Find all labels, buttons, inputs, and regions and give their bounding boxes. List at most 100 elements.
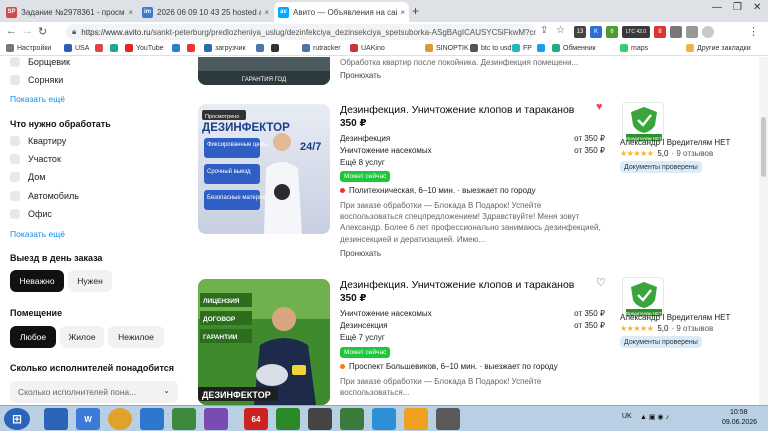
- maximize-button[interactable]: ❐: [733, 2, 742, 13]
- show-more-link[interactable]: Показать ещё: [10, 94, 65, 104]
- new-tab-button[interactable]: +: [412, 4, 419, 18]
- bookmark-star-icon[interactable]: ☆: [556, 25, 565, 36]
- bookmark-icon-only[interactable]: [271, 44, 282, 52]
- browser-tab[interactable]: SP Задание №2978361 - просмотр з ×: [2, 2, 137, 22]
- telegram-icon[interactable]: [372, 408, 396, 430]
- browser-tab-active[interactable]: av Авито — Объявления на сайте А ×: [274, 2, 409, 22]
- bookmark-rutracker[interactable]: rutracker: [302, 44, 341, 52]
- checkbox[interactable]: [10, 172, 20, 182]
- extension-icon[interactable]: K: [590, 26, 602, 38]
- filter-checkbox[interactable]: Участок: [10, 154, 61, 164]
- sidebar-icon[interactable]: [686, 26, 698, 38]
- show-more-link[interactable]: Показать ещё: [10, 229, 65, 239]
- puzzle-icon[interactable]: [670, 26, 682, 38]
- checkbox[interactable]: [10, 136, 20, 146]
- taskbar-app-icon[interactable]: [404, 408, 428, 430]
- seller-name[interactable]: Александр I Вредителям НЕТ: [620, 313, 730, 322]
- ltc-price-extension[interactable]: LTC 42.0: [622, 26, 650, 38]
- taskbar-app-icon[interactable]: W: [76, 408, 100, 430]
- share-icon[interactable]: ⇪: [540, 25, 548, 36]
- same-day-option-any[interactable]: Неважно: [10, 270, 64, 292]
- listing-photo[interactable]: Просмотрено ДЕЗИНФЕКТОР Фиксированные це…: [198, 104, 330, 234]
- checkbox[interactable]: [10, 57, 20, 67]
- listing-title[interactable]: Дезинфекция. Уничтожение клопов и тарака…: [340, 104, 574, 116]
- reload-icon[interactable]: ↻: [38, 25, 47, 38]
- room-option-any[interactable]: Любое: [10, 326, 56, 348]
- bookmark-icon-only[interactable]: [172, 44, 183, 52]
- taskbar-app-icon[interactable]: 64: [244, 408, 268, 430]
- filter-checkbox[interactable]: Борщевик: [10, 57, 70, 67]
- scrollbar-thumb[interactable]: [761, 117, 766, 177]
- checkbox[interactable]: [10, 75, 20, 85]
- bookmark-downloader[interactable]: загрузчик: [204, 44, 246, 52]
- extension-icon[interactable]: 6: [606, 26, 618, 38]
- menu-kebab-icon[interactable]: ⋮: [748, 25, 759, 38]
- taskbar-app-icon[interactable]: [44, 408, 68, 430]
- bookmark-icon-only[interactable]: [95, 44, 106, 52]
- taskbar-app-icon[interactable]: [340, 408, 364, 430]
- bookmark-exchanger[interactable]: Обменник: [552, 44, 596, 52]
- clock-date[interactable]: 09.06.2026: [722, 419, 757, 426]
- taskbar-app-icon[interactable]: [308, 408, 332, 430]
- filter-checkbox[interactable]: Офис: [10, 209, 52, 219]
- bookmark-icon-only[interactable]: [537, 44, 548, 52]
- bookmark-fp[interactable]: FP: [512, 44, 532, 52]
- seller-logo[interactable]: Вредителям НЕТ: [622, 102, 664, 142]
- bookmark-btc[interactable]: btc to usd: [470, 44, 511, 52]
- bookmark-sinoptik[interactable]: SINOPTIK: [425, 44, 469, 52]
- bookmark-other[interactable]: Другие закладки: [686, 44, 751, 52]
- reviews-count[interactable]: · 9 отзывов: [671, 149, 713, 158]
- back-arrow-icon[interactable]: ←: [6, 25, 17, 37]
- filter-checkbox[interactable]: Автомобиль: [10, 191, 79, 201]
- tab-close-icon[interactable]: ×: [400, 8, 405, 17]
- same-day-option-needed[interactable]: Нужен: [68, 270, 112, 292]
- checkbox[interactable]: [10, 154, 20, 164]
- listing-photo[interactable]: ГАРАНТИЯ ГОД: [198, 57, 330, 85]
- more-services[interactable]: Ещё 8 услуг: [340, 158, 385, 167]
- browser-tab[interactable]: im 2026 06 09 10 43 25 hosted at Im ×: [138, 2, 273, 22]
- start-button[interactable]: ⊞: [4, 408, 30, 430]
- bookmark-youtube[interactable]: YouTube: [125, 44, 164, 52]
- listing-title[interactable]: Дезинфекция. Уничтожение клопов и тарака…: [340, 279, 574, 291]
- seller-name[interactable]: Александр I Вредителям НЕТ: [620, 138, 730, 147]
- bookmark-icon-only[interactable]: [256, 44, 267, 52]
- listing-photo[interactable]: ЛИЦЕНЗИЯ ДОГОВОР ГАРАНТИИ ДЕЗИНФЕКТОР: [198, 279, 330, 405]
- favorite-heart-icon[interactable]: ♥: [596, 101, 603, 113]
- avatar[interactable]: [702, 26, 714, 38]
- reviews-count[interactable]: · 9 отзывов: [671, 324, 713, 333]
- performers-count-select[interactable]: Сколько исполнителей пона... ⌄: [10, 381, 178, 403]
- filter-checkbox[interactable]: Квартиру: [10, 136, 66, 146]
- filter-checkbox[interactable]: Сорняки: [10, 75, 63, 85]
- seller-logo[interactable]: Вредителям НЕТ: [622, 277, 664, 317]
- bookmark-uakino[interactable]: UAKino: [350, 44, 385, 52]
- tray-icons[interactable]: ▲ ▣ ◉ ♪: [640, 413, 669, 421]
- more-services[interactable]: Ещё 7 услуг: [340, 333, 385, 342]
- bookmark-settings[interactable]: Настройки: [6, 44, 51, 52]
- favorite-heart-icon[interactable]: ♡: [596, 276, 606, 289]
- filter-checkbox[interactable]: Дом: [10, 172, 45, 182]
- room-option-residential[interactable]: Жилое: [60, 326, 104, 348]
- extension-icon[interactable]: 8: [654, 26, 666, 38]
- close-window-button[interactable]: ✕: [753, 2, 761, 13]
- minimize-button[interactable]: —: [712, 2, 722, 13]
- bookmark-maps[interactable]: maps: [620, 44, 648, 52]
- page-scrollbar[interactable]: [759, 57, 768, 405]
- bookmark-icon-only[interactable]: [187, 44, 198, 52]
- checkbox[interactable]: [10, 191, 20, 201]
- tab-close-icon[interactable]: ×: [128, 8, 133, 17]
- room-option-nonresidential[interactable]: Нежилое: [108, 326, 164, 348]
- taskbar-app-icon[interactable]: [436, 408, 460, 430]
- clock-time[interactable]: 10:58: [730, 409, 748, 416]
- taskbar-app-icon[interactable]: [204, 408, 228, 430]
- url-field[interactable]: 🔒︎ https://www.avito.ru /sankt-peterburg…: [66, 24, 536, 40]
- taskbar-app-icon[interactable]: [276, 408, 300, 430]
- extension-icon[interactable]: 13: [574, 26, 586, 38]
- chrome-icon[interactable]: [108, 408, 132, 430]
- language-indicator[interactable]: UK: [622, 413, 632, 420]
- checkbox[interactable]: [10, 209, 20, 219]
- forward-arrow-icon[interactable]: →: [22, 25, 33, 37]
- bookmark-icon-only[interactable]: [110, 44, 121, 52]
- taskbar-app-icon[interactable]: [140, 408, 164, 430]
- bookmark-usa[interactable]: USA: [64, 44, 89, 52]
- tab-close-icon[interactable]: ×: [264, 8, 269, 17]
